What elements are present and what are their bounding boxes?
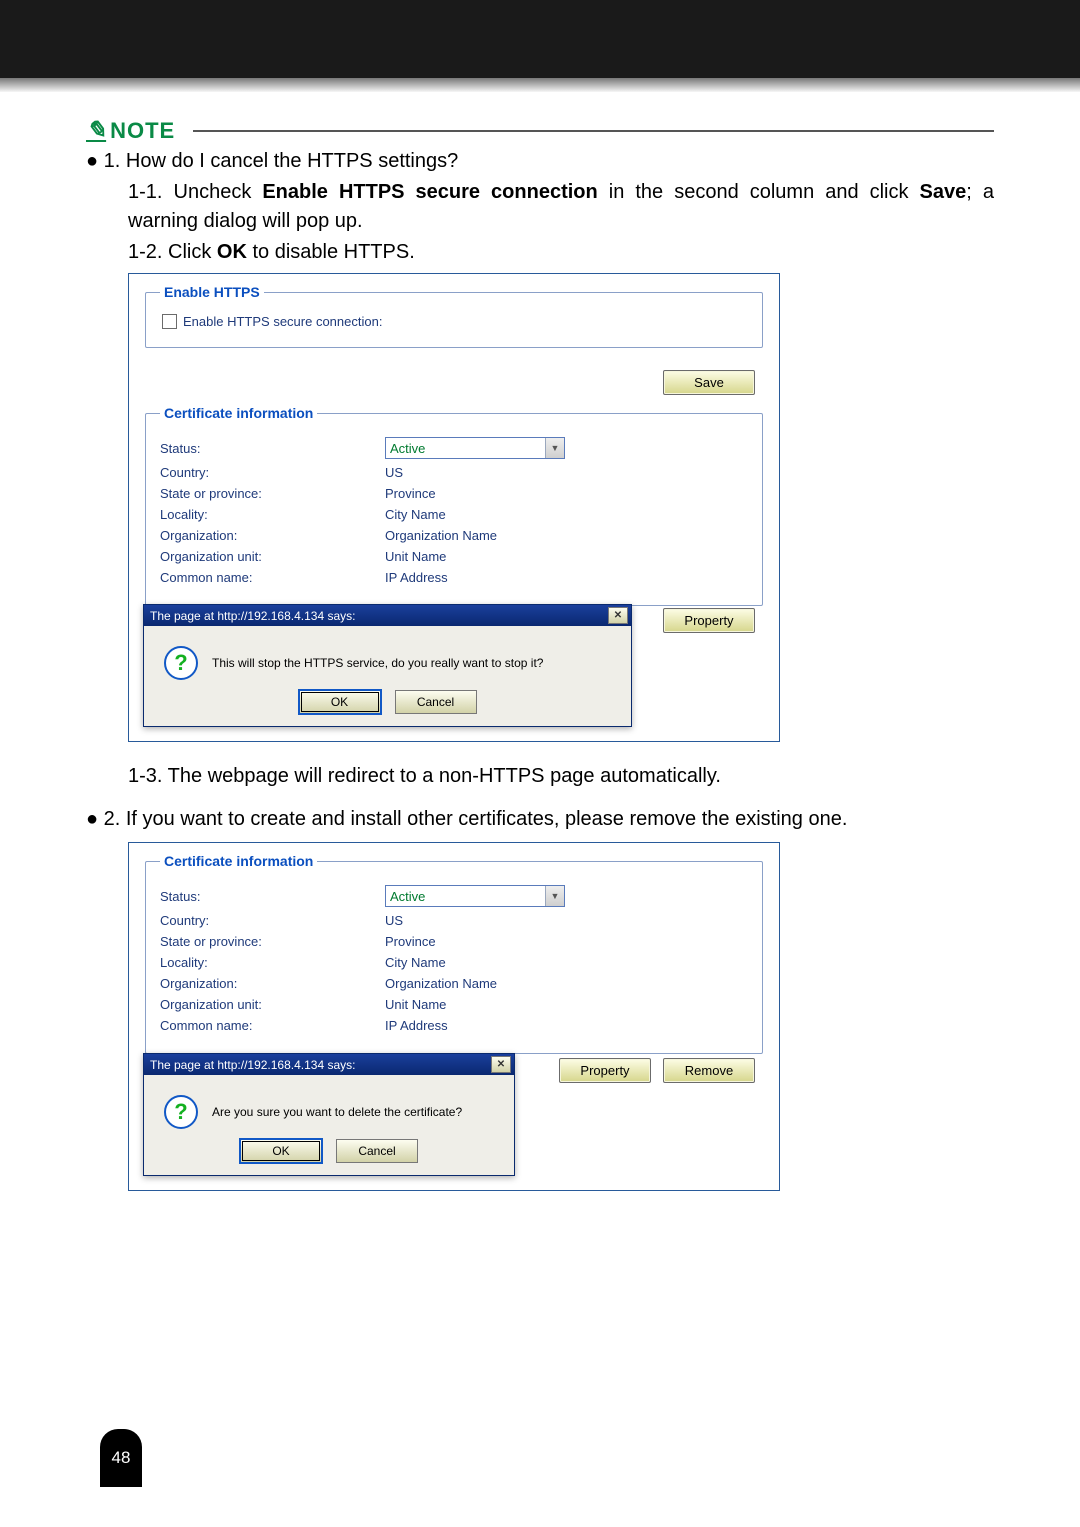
note-heading: ✎ NOTE	[86, 116, 994, 145]
locality-label-2: Locality:	[160, 955, 385, 970]
enable-https-checkbox[interactable]	[162, 314, 177, 329]
remove-button[interactable]: Remove	[663, 1058, 755, 1083]
state-label-2: State or province:	[160, 934, 385, 949]
dialog-message-2: Are you sure you want to delete the cert…	[212, 1105, 462, 1119]
s1-3-num: 1-3.	[128, 765, 168, 787]
s1-2-c: to disable HTTPS.	[247, 241, 415, 263]
cert-info-legend-1: Certificate information	[160, 405, 317, 421]
close-icon[interactable]: ✕	[491, 1056, 511, 1073]
header-shadow	[0, 78, 1080, 92]
confirm-dialog-delete-cert: The page at http://192.168.4.134 says: ✕…	[143, 1053, 515, 1176]
cn-value: IP Address	[385, 570, 448, 585]
cert-info-legend-2: Certificate information	[160, 853, 317, 869]
enable-https-legend: Enable HTTPS	[160, 284, 264, 300]
state-label: State or province:	[160, 486, 385, 501]
country-value: US	[385, 465, 403, 480]
s1-2-a: Click	[168, 241, 217, 263]
save-button[interactable]: Save	[663, 370, 755, 395]
body-text-2: 1-3. The webpage will redirect to a non-…	[86, 762, 994, 834]
dialog-title-2: The page at http://192.168.4.134 says:	[150, 1058, 355, 1072]
note-divider	[193, 130, 994, 132]
cancel-button[interactable]: Cancel	[395, 690, 477, 714]
locality-value-2: City Name	[385, 955, 446, 970]
chevron-down-icon: ▼	[545, 438, 564, 458]
q2-text: If you want to create and install other …	[126, 808, 848, 830]
unit-label-2: Organization unit:	[160, 997, 385, 1012]
header-bar	[0, 0, 1080, 78]
s1-1-num: 1-1.	[128, 181, 174, 203]
state-value-2: Province	[385, 934, 436, 949]
property-button[interactable]: Property	[663, 608, 755, 633]
question-icon	[164, 1095, 198, 1129]
status-select[interactable]: Active ▼	[385, 437, 565, 459]
status-value-2: Active	[390, 889, 425, 904]
note-label: NOTE	[110, 118, 175, 144]
status-select-2[interactable]: Active ▼	[385, 885, 565, 907]
cert-info-fieldset-2: Certificate information Status: Active▼ …	[145, 853, 763, 1054]
locality-value: City Name	[385, 507, 446, 522]
status-value: Active	[390, 441, 425, 456]
ok-button[interactable]: OK	[299, 690, 381, 714]
cn-label-2: Common name:	[160, 1018, 385, 1033]
q2-prefix: ● 2.	[86, 808, 126, 830]
figure-remove-cert: Certificate information Status: Active▼ …	[128, 842, 780, 1191]
question-icon	[164, 646, 198, 680]
confirm-dialog-stop-https: The page at http://192.168.4.134 says: ✕…	[143, 604, 632, 727]
cert-info-fieldset-1: Certificate information Status: Active▼ …	[145, 405, 763, 606]
body-text: ● 1. How do I cancel the HTTPS settings?…	[86, 147, 994, 267]
q1-text: How do I cancel the HTTPS settings?	[126, 150, 458, 172]
q1-prefix: ● 1.	[86, 150, 126, 172]
status-label-2: Status:	[160, 889, 385, 904]
s1-2-b: OK	[217, 241, 247, 263]
state-value: Province	[385, 486, 436, 501]
status-label: Status:	[160, 441, 385, 456]
country-label-2: Country:	[160, 913, 385, 928]
s1-3-a: The webpage will redirect to a non-HTTPS…	[168, 765, 721, 787]
s1-1-a: Uncheck	[174, 181, 263, 203]
s1-1-b: Enable HTTPS secure connection	[262, 181, 597, 203]
page-number: 48	[100, 1429, 142, 1487]
s1-2-num: 1-2.	[128, 241, 168, 263]
cn-value-2: IP Address	[385, 1018, 448, 1033]
unit-label: Organization unit:	[160, 549, 385, 564]
unit-value-2: Unit Name	[385, 997, 446, 1012]
property-button-2[interactable]: Property	[559, 1058, 651, 1083]
dialog-title: The page at http://192.168.4.134 says:	[150, 609, 355, 623]
org-label-2: Organization:	[160, 976, 385, 991]
note-icon: ✎	[86, 116, 106, 145]
unit-value: Unit Name	[385, 549, 446, 564]
figure-disable-https: Enable HTTPS Enable HTTPS secure connect…	[128, 273, 780, 742]
org-label: Organization:	[160, 528, 385, 543]
org-value: Organization Name	[385, 528, 497, 543]
org-value-2: Organization Name	[385, 976, 497, 991]
ok-button-2[interactable]: OK	[240, 1139, 322, 1163]
s1-1-c: in the second column and click	[598, 181, 920, 203]
dialog-message: This will stop the HTTPS service, do you…	[212, 656, 543, 670]
country-value-2: US	[385, 913, 403, 928]
enable-https-label: Enable HTTPS secure connection:	[183, 314, 382, 329]
country-label: Country:	[160, 465, 385, 480]
cn-label: Common name:	[160, 570, 385, 585]
cancel-button-2[interactable]: Cancel	[336, 1139, 418, 1163]
enable-https-fieldset: Enable HTTPS Enable HTTPS secure connect…	[145, 284, 763, 348]
s1-1-d: Save	[920, 181, 967, 203]
close-icon[interactable]: ✕	[608, 607, 628, 624]
locality-label: Locality:	[160, 507, 385, 522]
chevron-down-icon: ▼	[545, 886, 564, 906]
